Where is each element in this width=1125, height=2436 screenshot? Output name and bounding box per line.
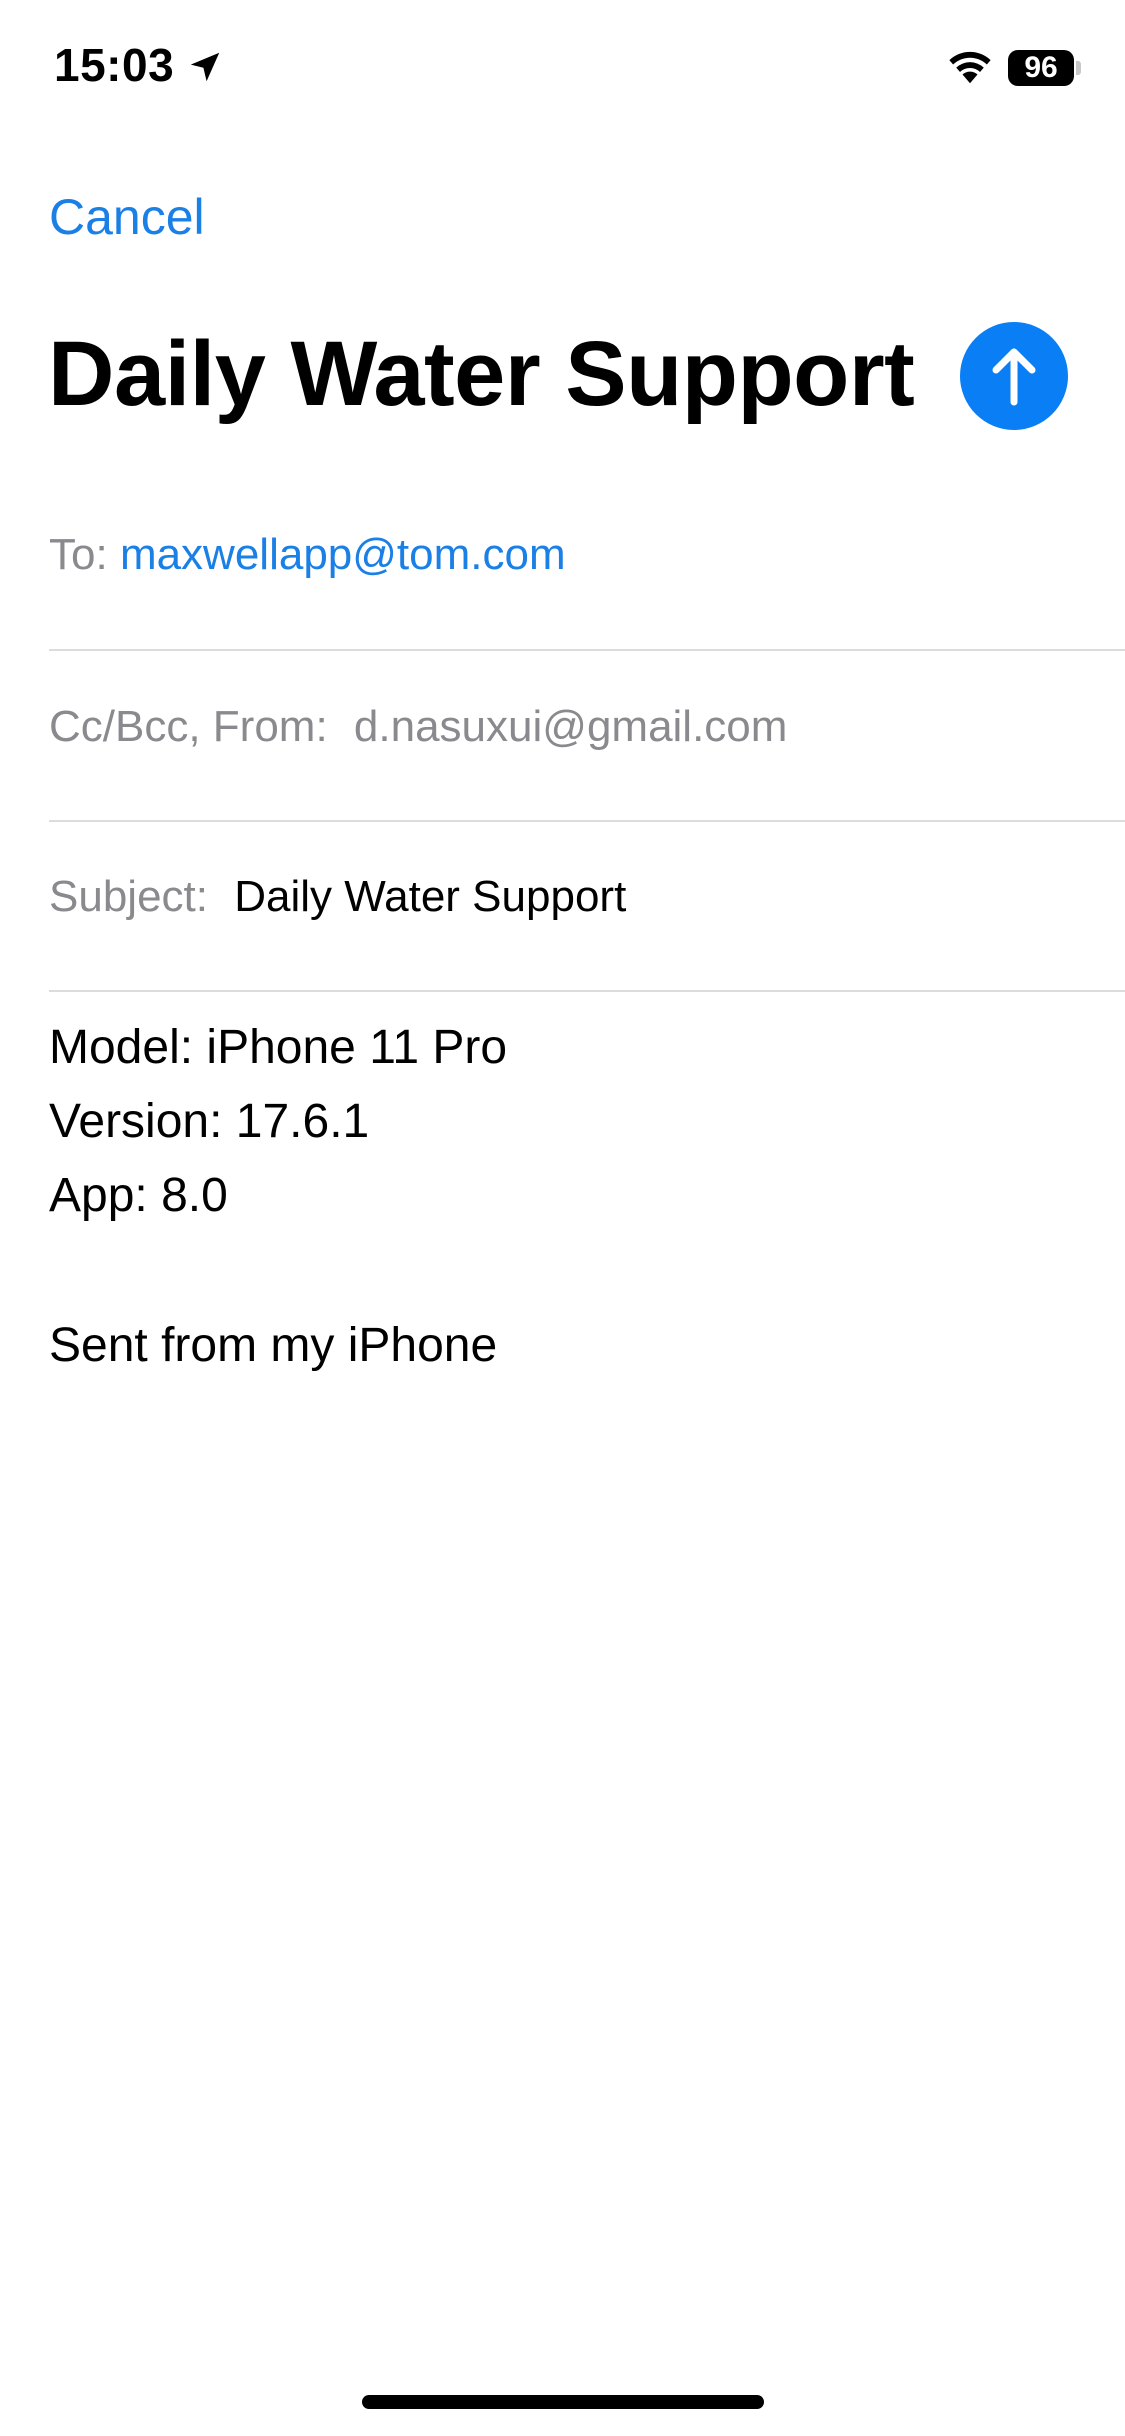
battery-level: 96 [1024, 51, 1058, 84]
cc-bcc-from-label: Cc/Bcc, From: [49, 702, 328, 751]
body-line-model[interactable]: Model: iPhone 11 Pro [49, 1020, 507, 1075]
home-indicator[interactable] [362, 2395, 764, 2409]
cancel-button[interactable]: Cancel [49, 188, 205, 246]
status-time: 15:03 [54, 39, 175, 91]
subject-field[interactable]: Subject: Daily Water Support [49, 872, 1125, 922]
cc-bcc-from-field[interactable]: Cc/Bcc, From: d.nasuxui@gmail.com [49, 702, 1125, 752]
divider [49, 820, 1125, 822]
body-line-version[interactable]: Version: 17.6.1 [49, 1094, 369, 1149]
to-recipient[interactable]: maxwellapp@tom.com [120, 530, 566, 579]
subject-label: Subject: [49, 872, 208, 921]
compose-title: Daily Water Support [48, 323, 915, 425]
to-label: To: [49, 530, 108, 579]
arrow-up-icon [992, 348, 1036, 406]
wifi-icon [949, 51, 991, 84]
body-line-app[interactable]: App: 8.0 [49, 1168, 228, 1223]
battery-icon: 96 [1008, 50, 1074, 86]
send-button[interactable] [960, 322, 1068, 430]
subject-input[interactable]: Daily Water Support [234, 872, 626, 921]
body-signature[interactable]: Sent from my iPhone [49, 1318, 497, 1373]
battery-cap [1076, 61, 1081, 75]
location-arrow-icon [190, 52, 220, 82]
divider [49, 990, 1125, 992]
to-field[interactable]: To: maxwellapp@tom.com [49, 530, 1125, 580]
divider [49, 649, 1125, 651]
from-address[interactable]: d.nasuxui@gmail.com [354, 702, 788, 751]
status-bar: 15:03 96 [0, 0, 1125, 140]
